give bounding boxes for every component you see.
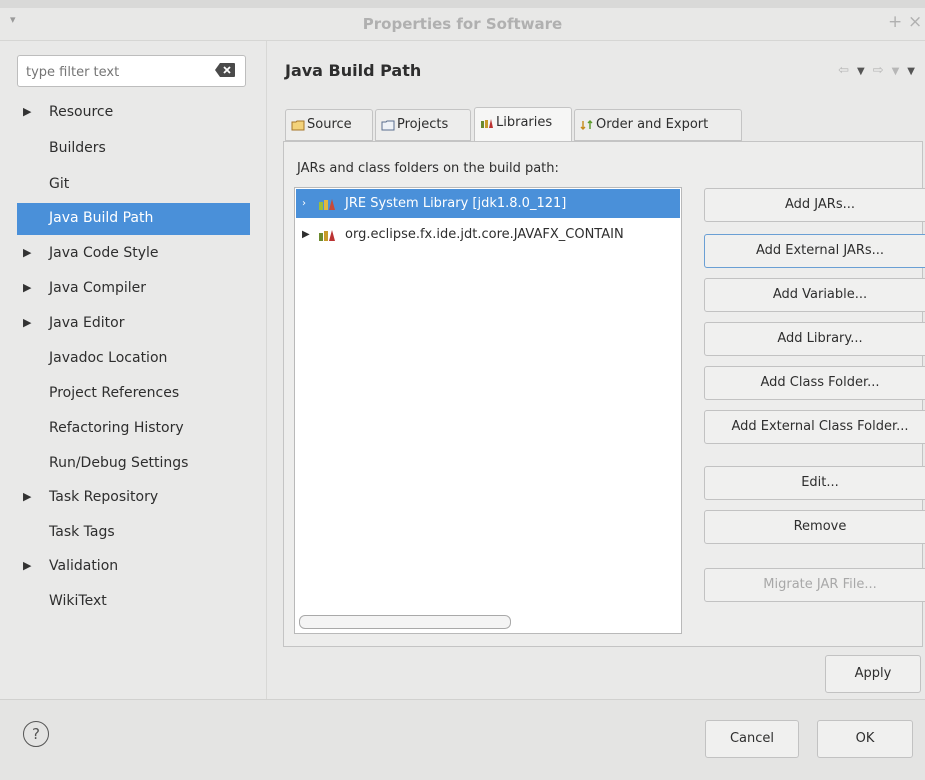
expand-arrow-icon[interactable]: ▶ xyxy=(23,238,31,268)
migrate-jar-button: Migrate JAR File... xyxy=(704,568,925,602)
expand-arrow-icon[interactable]: ▶ xyxy=(23,308,31,338)
back-dropdown-icon[interactable]: ▼ xyxy=(857,63,865,81)
history-nav: ⇦ ▼ ⇨ ▼ ▼ xyxy=(838,63,915,81)
sidebar-item-builders[interactable]: Builders xyxy=(17,133,250,165)
view-menu-icon[interactable]: ▼ xyxy=(907,63,915,81)
add-library-button[interactable]: Add Library... xyxy=(704,322,925,356)
expand-arrow-icon[interactable]: ▶ xyxy=(302,220,310,249)
expand-arrow-icon[interactable]: ▶ xyxy=(23,551,31,581)
sidebar-item-validation[interactable]: ▶ Validation xyxy=(17,551,250,583)
sidebar-item-project-references[interactable]: Project References xyxy=(17,378,250,410)
sidebar: ▶ Resource Builders Git Java Build Path … xyxy=(0,41,267,699)
sidebar-item-java-compiler[interactable]: ▶ Java Compiler xyxy=(17,273,250,305)
back-arrow-icon[interactable]: ⇦ xyxy=(838,63,849,81)
expand-arrow-icon[interactable]: ▶ xyxy=(23,273,31,303)
expand-arrow-icon[interactable]: › xyxy=(302,189,306,218)
sidebar-item-javadoc-location[interactable]: Javadoc Location xyxy=(17,343,250,375)
sidebar-item-wikitext[interactable]: WikiText xyxy=(17,586,250,618)
forward-dropdown-icon[interactable]: ▼ xyxy=(892,63,900,81)
source-folder-icon xyxy=(291,120,305,130)
sidebar-item-resource[interactable]: ▶ Resource xyxy=(17,97,250,129)
libraries-tab-content: JARs and class folders on the build path… xyxy=(283,141,925,647)
title-bar: ▾ Properties for Software + × xyxy=(0,0,925,41)
tab-order-and-export[interactable]: Order and Export xyxy=(574,109,742,141)
dialog-button-bar: ? Cancel OK xyxy=(0,699,925,780)
window-title: Properties for Software xyxy=(362,15,563,33)
sidebar-item-java-build-path[interactable]: Java Build Path xyxy=(17,203,250,235)
list-item-javafx-container[interactable]: ▶ org.eclipse.fx.ide.jdt.core.JAVAFX_CON… xyxy=(296,220,680,249)
projects-icon xyxy=(381,120,395,130)
remove-button[interactable]: Remove xyxy=(704,510,925,544)
forward-arrow-icon[interactable]: ⇨ xyxy=(873,63,884,81)
sidebar-item-git[interactable]: Git xyxy=(17,169,250,201)
clear-filter-icon[interactable] xyxy=(214,62,236,78)
sidebar-item-java-code-style[interactable]: ▶ Java Code Style xyxy=(17,238,250,270)
library-icon xyxy=(319,199,335,210)
library-icon xyxy=(319,230,335,241)
apply-button[interactable]: Apply xyxy=(825,655,921,693)
close-icon[interactable]: × xyxy=(908,12,922,32)
help-icon[interactable]: ? xyxy=(23,721,49,747)
order-export-icon xyxy=(580,119,593,130)
add-variable-button[interactable]: Add Variable... xyxy=(704,278,925,312)
sidebar-item-java-editor[interactable]: ▶ Java Editor xyxy=(17,308,250,340)
filter-input[interactable] xyxy=(24,61,208,83)
horizontal-scrollbar[interactable] xyxy=(299,615,511,629)
build-path-label: JARs and class folders on the build path… xyxy=(297,161,559,176)
tab-libraries[interactable]: Libraries xyxy=(474,107,572,142)
ok-button[interactable]: OK xyxy=(817,720,913,758)
cancel-button[interactable]: Cancel xyxy=(705,720,799,758)
sidebar-item-task-tags[interactable]: Task Tags xyxy=(17,517,250,549)
libraries-icon xyxy=(481,118,493,128)
sidebar-item-refactoring-history[interactable]: Refactoring History xyxy=(17,413,250,445)
filter-field[interactable] xyxy=(17,55,246,87)
expand-arrow-icon[interactable]: ▶ xyxy=(23,482,31,512)
edit-button[interactable]: Edit... xyxy=(704,466,925,500)
add-jars-button[interactable]: Add JARs... xyxy=(704,188,925,222)
libraries-list[interactable]: › JRE System Library [jdk1.8.0_121] ▶ or… xyxy=(294,187,682,634)
expand-arrow-icon[interactable]: ▶ xyxy=(23,97,31,127)
sidebar-item-task-repository[interactable]: ▶ Task Repository xyxy=(17,482,250,514)
sidebar-item-run-debug-settings[interactable]: Run/Debug Settings xyxy=(17,448,250,480)
add-class-folder-button[interactable]: Add Class Folder... xyxy=(704,366,925,400)
maximize-icon[interactable]: + xyxy=(888,12,902,32)
title-bar-edge xyxy=(0,0,925,8)
list-item-jre-system-library[interactable]: › JRE System Library [jdk1.8.0_121] xyxy=(296,189,680,218)
add-external-jars-button[interactable]: Add External JARs... xyxy=(704,234,925,268)
page-title: Java Build Path xyxy=(285,61,422,80)
add-external-class-folder-button[interactable]: Add External Class Folder... xyxy=(704,410,925,444)
tab-source[interactable]: Source xyxy=(285,109,373,141)
tab-projects[interactable]: Projects xyxy=(375,109,471,141)
main-panel: Java Build Path ⇦ ▼ ⇨ ▼ ▼ Source Project… xyxy=(267,41,925,699)
